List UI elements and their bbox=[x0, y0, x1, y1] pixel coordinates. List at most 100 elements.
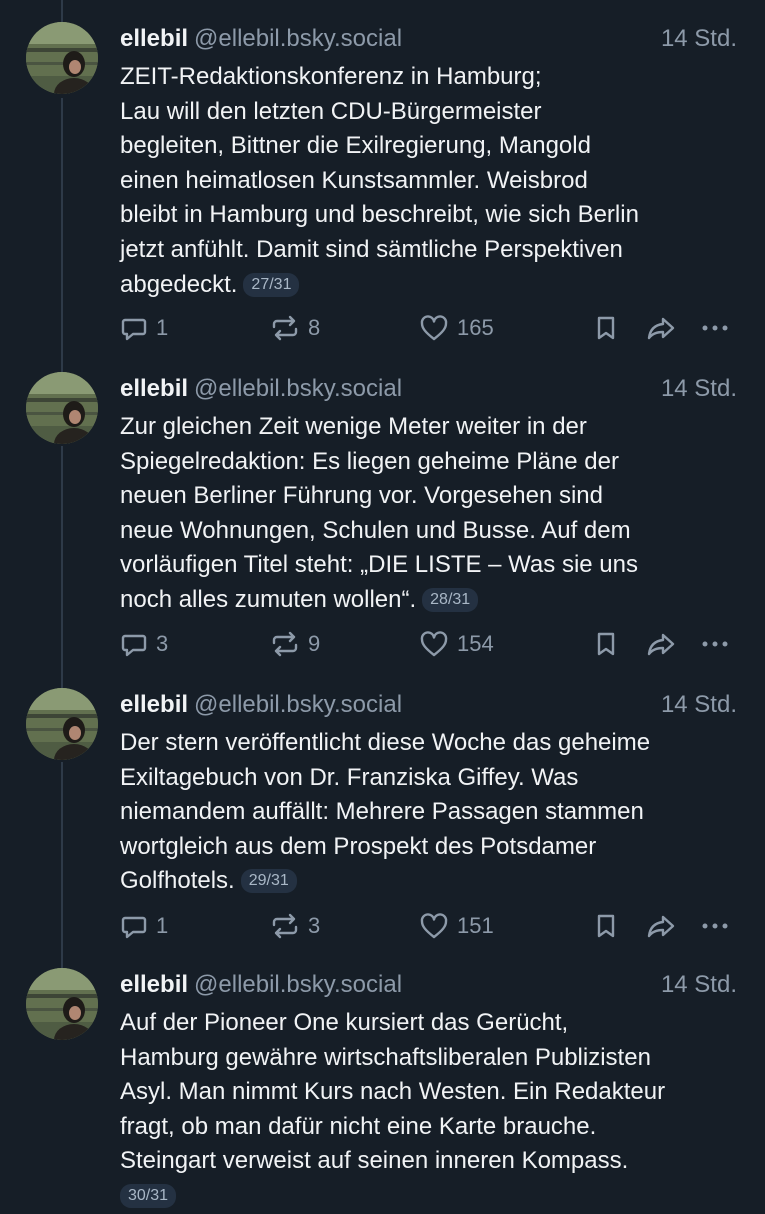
bookmark-button[interactable] bbox=[594, 628, 618, 660]
thread-counter-badge: 29/31 bbox=[240, 869, 297, 894]
more-options-button[interactable] bbox=[700, 910, 730, 942]
author-name[interactable]: ellebil bbox=[120, 375, 188, 402]
repost-button[interactable]: 9 bbox=[270, 628, 320, 660]
share-button[interactable] bbox=[646, 628, 676, 660]
post-text-line: wortgleich aus dem Prospekt des Potsdame… bbox=[120, 832, 597, 860]
more-icon bbox=[702, 325, 728, 331]
repost-icon bbox=[272, 913, 298, 939]
avatar-image bbox=[26, 372, 98, 444]
like-button[interactable]: 165 bbox=[419, 312, 494, 344]
reply-button[interactable]: 1 bbox=[120, 312, 168, 344]
share-button[interactable] bbox=[646, 910, 676, 942]
thread-line bbox=[61, 98, 63, 376]
avatar-image bbox=[26, 968, 98, 1040]
avatar[interactable] bbox=[26, 22, 98, 94]
post-text-line: Auf der Pioneer One kursiert das Gerücht… bbox=[120, 1009, 569, 1036]
more-icon bbox=[702, 923, 728, 929]
heart-icon bbox=[420, 913, 448, 939]
share-button[interactable] bbox=[646, 312, 676, 344]
avatar-image bbox=[26, 22, 98, 94]
author-handle[interactable]: @ellebil.bsky.social bbox=[194, 25, 402, 52]
post-text-line: noch alles zumuten wollen“. 28/31 bbox=[120, 583, 740, 618]
reply-icon bbox=[121, 916, 147, 939]
reply-icon bbox=[121, 318, 147, 341]
bookmark-button[interactable] bbox=[594, 312, 618, 344]
repost-button[interactable]: 8 bbox=[270, 312, 320, 344]
post-header: ellebil @ellebil.bsky.social 14 Std. bbox=[120, 690, 737, 724]
bookmark-icon bbox=[597, 632, 615, 656]
reply-count: 3 bbox=[156, 631, 169, 656]
post-text-line: Zur gleichen Zeit wenige Meter weiter in… bbox=[120, 413, 587, 440]
avatar[interactable] bbox=[26, 968, 98, 1040]
author-handle[interactable]: @ellebil.bsky.social bbox=[194, 691, 402, 718]
author-handle[interactable]: @ellebil.bsky.social bbox=[194, 971, 402, 998]
reply-count: 1 bbox=[156, 913, 169, 938]
repost-button[interactable]: 3 bbox=[270, 910, 320, 942]
bookmark-icon bbox=[597, 914, 615, 938]
post-actions: 1 8 165 bbox=[120, 312, 740, 344]
post-timestamp[interactable]: 14 Std. bbox=[661, 374, 737, 404]
share-icon bbox=[647, 317, 675, 340]
author-handle[interactable]: @ellebil.bsky.social bbox=[194, 375, 402, 402]
share-icon bbox=[647, 915, 675, 938]
author-name[interactable]: ellebil bbox=[120, 691, 188, 718]
thread-line bbox=[61, 762, 63, 972]
post-text-line: vorläufigen Titel steht: „DIE LISTE – Wa… bbox=[120, 551, 638, 579]
heart-icon bbox=[420, 315, 448, 341]
post-actions: 3 9 154 bbox=[120, 628, 740, 660]
post-text-line: neue Wohnungen, Schulen und Busse. Auf d… bbox=[120, 516, 631, 544]
post-text-line: abgedeckt. 27/31 bbox=[120, 268, 740, 303]
thread-feed: ellebil @ellebil.bsky.social 14 Std. ZEIT… bbox=[0, 0, 765, 1208]
repost-count: 8 bbox=[308, 315, 321, 340]
post-text: Auf der Pioneer One kursiert das Gerücht… bbox=[120, 1006, 740, 1214]
like-count: 154 bbox=[457, 631, 494, 656]
author-name[interactable]: ellebil bbox=[120, 971, 188, 998]
post-timestamp[interactable]: 14 Std. bbox=[661, 970, 737, 1000]
reply-icon bbox=[121, 634, 147, 657]
post-text-line: ZEIT-Redaktionskonferenz in Hamburg; bbox=[120, 63, 542, 90]
post-text-line: bleibt in Hamburg und beschreibt, wie si… bbox=[120, 201, 639, 229]
thread-counter-badge: 27/31 bbox=[243, 272, 300, 297]
post-text-line: Golfhotels. 29/31 bbox=[120, 864, 740, 899]
post-actions: 1 3 151 bbox=[120, 910, 740, 942]
post-text-line: begleiten, Bittner die Exilregierung, Ma… bbox=[120, 132, 591, 160]
reply-button[interactable]: 1 bbox=[120, 910, 168, 942]
post-text-line: jetzt anfühlt. Damit sind sämtliche Pers… bbox=[120, 235, 623, 263]
post-text-line: fragt, ob man dafür nicht eine Karte bra… bbox=[120, 1112, 597, 1140]
post-text-line: neuen Berliner Führung vor. Vorgesehen s… bbox=[120, 482, 603, 510]
post-text-line: niemandem auffällt: Mehrere Passagen sta… bbox=[120, 798, 644, 826]
avatar[interactable] bbox=[26, 372, 98, 444]
thread-line bbox=[61, 446, 63, 692]
share-icon bbox=[647, 633, 675, 656]
post-text-line-last: noch alles zumuten wollen“. bbox=[120, 585, 417, 613]
reply-count: 1 bbox=[156, 315, 169, 340]
post-timestamp[interactable]: 14 Std. bbox=[661, 690, 737, 720]
repost-icon bbox=[272, 315, 298, 341]
post-text-line-last: abgedeckt. bbox=[120, 270, 238, 298]
thread-counter-badge: 28/31 bbox=[422, 587, 479, 612]
author-name[interactable]: ellebil bbox=[120, 25, 188, 52]
reply-button[interactable]: 3 bbox=[120, 628, 168, 660]
more-options-button[interactable] bbox=[700, 312, 730, 344]
post-text-line: einen heimatlosen Kunstsammler. Weisbrod bbox=[120, 166, 588, 194]
like-button[interactable]: 151 bbox=[419, 910, 494, 942]
post-text-line: 30/31 bbox=[120, 1179, 740, 1214]
post-text-line: Steingart verweist auf seinen inneren Ko… bbox=[120, 1147, 629, 1175]
post-text-line: Asyl. Man nimmt Kurs nach Westen. Ein Re… bbox=[120, 1078, 666, 1106]
bookmark-icon bbox=[597, 316, 615, 340]
post-text-line: Der stern veröffentlicht diese Woche das… bbox=[120, 729, 651, 756]
post-text: ZEIT-Redaktionskonferenz in Hamburg; Lau… bbox=[120, 60, 740, 302]
like-count: 151 bbox=[457, 913, 494, 938]
post-header: ellebil @ellebil.bsky.social 14 Std. bbox=[120, 374, 737, 408]
avatar[interactable] bbox=[26, 688, 98, 760]
like-count: 165 bbox=[457, 315, 494, 340]
like-button[interactable]: 154 bbox=[419, 628, 494, 660]
heart-icon bbox=[420, 631, 448, 657]
post-text-line: Hamburg gewähre wirtschaftsliberalen Pub… bbox=[120, 1043, 651, 1071]
post-text-line-last: Golfhotels. bbox=[120, 867, 235, 895]
post-timestamp[interactable]: 14 Std. bbox=[661, 24, 737, 54]
bookmark-button[interactable] bbox=[594, 910, 618, 942]
avatar-image bbox=[26, 688, 98, 760]
post-text: Der stern veröffentlicht diese Woche das… bbox=[120, 726, 740, 899]
more-options-button[interactable] bbox=[700, 628, 730, 660]
